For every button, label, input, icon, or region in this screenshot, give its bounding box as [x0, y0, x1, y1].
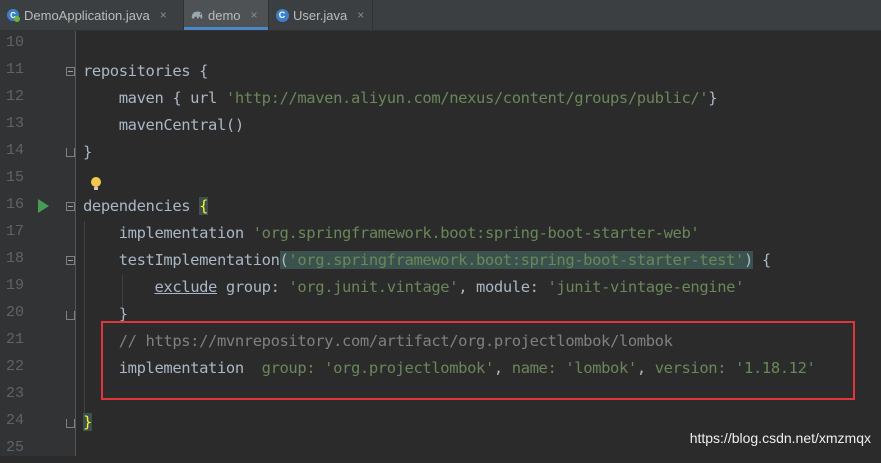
tab-user-java[interactable]: C User.java × — [269, 0, 373, 30]
code-line: 12 maven { url 'http://maven.aliyun.com/… — [0, 85, 881, 112]
tab-label: User.java — [293, 7, 348, 23]
code-text: testImplementation('org.springframework.… — [83, 251, 771, 269]
matched-brace: } — [83, 413, 92, 431]
line-number: 23 — [6, 385, 25, 402]
line-number: 22 — [6, 358, 25, 375]
code-text: } — [83, 143, 92, 161]
watermark: https://blog.csdn.net/xmzmqx — [689, 430, 871, 446]
code-text: implementation 'org.springframework.boot… — [83, 224, 700, 242]
line-number: 13 — [6, 115, 25, 132]
class-c-icon: C — [275, 8, 289, 22]
code-line: 16 dependencies { — [0, 193, 881, 220]
line-number: 25 — [6, 439, 25, 456]
line-number: 11 — [6, 61, 25, 78]
line-number: 15 — [6, 169, 25, 186]
code-line: 15 — [0, 166, 881, 193]
code-text: dependencies { — [83, 197, 209, 215]
line-number: 16 — [6, 196, 25, 213]
line-number: 19 — [6, 277, 25, 294]
tab-demo[interactable]: demo × — [184, 0, 269, 30]
spring-java-class-icon: C — [6, 8, 20, 22]
code-line: 11 repositories { — [0, 58, 881, 85]
line-number: 20 — [6, 304, 25, 321]
line-number: 10 — [6, 34, 25, 51]
code-line: 13 mavenCentral() — [0, 112, 881, 139]
code-line: 17 implementation 'org.springframework.b… — [0, 220, 881, 247]
close-icon[interactable]: × — [251, 8, 258, 22]
tab-label: demo — [208, 7, 241, 23]
close-icon[interactable]: × — [160, 8, 167, 22]
code-text: exclude group: 'org.junit.vintage', modu… — [154, 278, 745, 296]
code-line: 18 testImplementation('org.springframewo… — [0, 247, 881, 274]
code-text: } — [83, 413, 92, 431]
tab-demo-application[interactable]: C DemoApplication.java × — [0, 0, 184, 30]
matched-brace: { — [199, 197, 209, 215]
code-text: mavenCentral() — [83, 116, 244, 134]
editor-tab-bar: C DemoApplication.java × demo × C User.j… — [0, 0, 881, 31]
code-line: 10 — [0, 31, 881, 58]
gradle-elephant-icon — [190, 8, 204, 22]
code-text: maven { url 'http://maven.aliyun.com/nex… — [83, 89, 718, 107]
code-text: repositories { — [83, 62, 209, 80]
highlight-annotation-box — [101, 321, 855, 400]
close-icon[interactable]: × — [357, 8, 364, 22]
line-number: 21 — [6, 331, 25, 348]
tab-label: DemoApplication.java — [24, 7, 150, 23]
line-number: 12 — [6, 88, 25, 105]
code-line: 14 } — [0, 139, 881, 166]
line-number: 24 — [6, 412, 25, 429]
line-number: 17 — [6, 223, 25, 240]
line-number: 18 — [6, 250, 25, 267]
line-number: 14 — [6, 142, 25, 159]
code-line: 19 exclude group: 'org.junit.vintage', m… — [0, 274, 881, 301]
